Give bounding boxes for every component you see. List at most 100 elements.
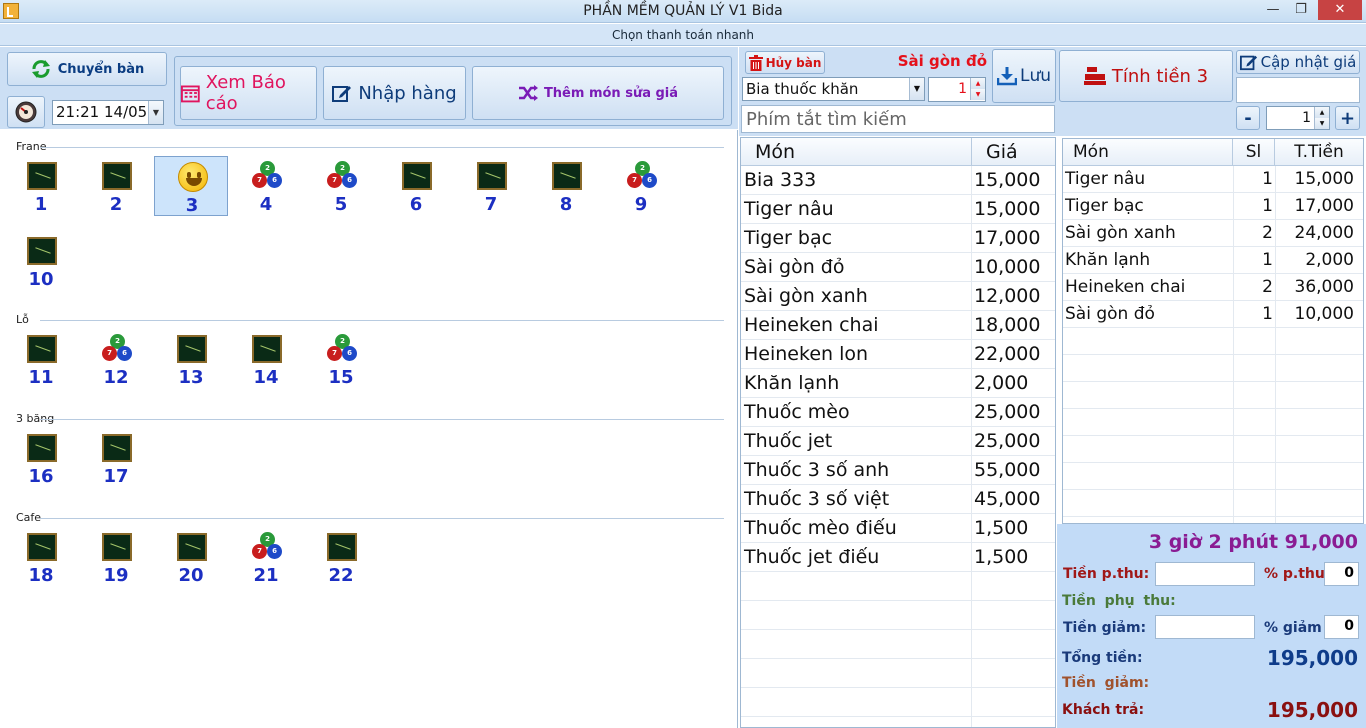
billiard-balls-icon: 276 — [101, 333, 133, 365]
order-column-total[interactable]: T.Tiền — [1275, 139, 1363, 166]
menu-row[interactable]: Heineken chai 18,000 — [741, 311, 1055, 340]
discount-percent-input[interactable]: 0 — [1324, 615, 1359, 639]
menu-row[interactable]: Thuốc jet điếu 1,500 — [741, 543, 1055, 572]
checkout-button[interactable]: Tính tiền 3 — [1059, 50, 1233, 102]
search-input[interactable]: Phím tắt tìm kiếm — [741, 105, 1055, 133]
import-goods-button[interactable]: Nhập hàng — [323, 66, 466, 120]
order-row[interactable]: Sài gòn đỏ 1 10,000 — [1063, 301, 1363, 328]
order-row[interactable]: Tiger nâu 1 15,000 — [1063, 166, 1363, 193]
table-tile[interactable]: 7 — [454, 156, 528, 216]
table-tile[interactable]: 2 7 6 15 — [304, 329, 378, 389]
menu-item-price: 45,000 — [974, 488, 1041, 510]
restore-button[interactable]: ❐ — [1286, 0, 1316, 20]
table-tile[interactable]: 17 — [79, 428, 153, 488]
cancel-table-button[interactable]: Hủy bàn — [745, 51, 825, 74]
order-item-total: 10,000 — [1294, 304, 1354, 324]
menu-row[interactable]: Sài gòn xanh 12,000 — [741, 282, 1055, 311]
menu-row[interactable]: Thuốc 3 số anh 55,000 — [741, 456, 1055, 485]
table-tile[interactable]: 19 — [79, 527, 153, 587]
table-tile[interactable]: 2 7 6 21 — [229, 527, 303, 587]
table-tile[interactable]: 2764 — [229, 156, 303, 216]
chevron-down-icon[interactable]: ▼ — [148, 101, 163, 124]
menu-row[interactable]: Heineken lon 22,000 — [741, 340, 1055, 369]
spin-up-icon[interactable]: ▲ — [1314, 107, 1329, 118]
menu-row[interactable]: Khăn lạnh 2,000 — [741, 369, 1055, 398]
order-row[interactable]: Khăn lạnh 1 2,000 — [1063, 247, 1363, 274]
table-tile[interactable]: 14 — [229, 329, 303, 389]
order-row[interactable]: Sài gòn xanh 2 24,000 — [1063, 220, 1363, 247]
menu-item-name: Heineken lon — [744, 343, 869, 365]
order-row[interactable]: Heineken chai 2 36,000 — [1063, 274, 1363, 301]
surcharge-input[interactable] — [1155, 562, 1255, 586]
item-group-combo[interactable]: Bia thuốc khăn ▼ — [742, 77, 925, 101]
increase-button[interactable]: + — [1335, 106, 1360, 130]
table-tile[interactable]: 2765 — [304, 156, 378, 216]
table-tile[interactable]: 13 — [154, 329, 228, 389]
cancel-table-label: Hủy bàn — [765, 55, 822, 70]
smiley-icon — [177, 161, 209, 193]
order-grid[interactable]: Món Sl T.Tiền Tiger nâu 1 15,000 Tiger bạc 1… — [1062, 138, 1364, 524]
empty-row — [1063, 463, 1363, 490]
order-item-name: Tiger nâu — [1065, 169, 1146, 189]
menu-column-name[interactable]: Món — [741, 138, 972, 166]
empty-row — [741, 688, 1055, 717]
discount-input[interactable] — [1155, 615, 1255, 639]
menu-row[interactable]: Sài gòn đỏ 10,000 — [741, 253, 1055, 282]
table-tile[interactable]: 11 — [4, 329, 78, 389]
edit-icon — [332, 86, 352, 102]
empty-row — [741, 659, 1055, 688]
spin-down-icon[interactable]: ▼ — [970, 89, 985, 100]
spin-up-icon[interactable]: ▲ — [970, 78, 985, 89]
menu-row[interactable]: Thuốc mèo điếu 1,500 — [741, 514, 1055, 543]
menu-item-name: Bia 333 — [744, 169, 817, 191]
order-item-qty: 1 — [1262, 304, 1273, 324]
chevron-down-icon[interactable]: ▼ — [909, 78, 924, 100]
save-label: Lưu — [1019, 66, 1052, 86]
table-tile[interactable]: 6 — [379, 156, 453, 216]
view-report-button[interactable]: Xem Báo cáo — [180, 66, 317, 120]
menu-grid[interactable]: Món Giá Bia 333 15,000 Tiger nâu 15,000 Tige… — [740, 137, 1056, 728]
download-icon — [996, 67, 1017, 86]
save-button[interactable]: Lưu — [992, 49, 1056, 103]
order-quantity-stepper[interactable]: 1 ▲ ▼ — [1266, 106, 1330, 130]
order-column-qty[interactable]: Sl — [1233, 139, 1275, 166]
table-tile[interactable]: 8 — [529, 156, 603, 216]
close-button[interactable]: ✕ — [1318, 0, 1362, 20]
order-column-name[interactable]: Món — [1063, 139, 1233, 166]
table-tile[interactable]: 16 — [4, 428, 78, 488]
datetime-picker[interactable]: 21:21 14/05 ▼ — [52, 100, 164, 125]
table-number: 7 — [484, 194, 498, 215]
table-tile[interactable]: 18 — [4, 527, 78, 587]
table-tile[interactable]: 22 — [304, 527, 378, 587]
menu-row[interactable]: Tiger nâu 15,000 — [741, 195, 1055, 224]
price-input[interactable] — [1236, 77, 1360, 103]
add-item-edit-price-button[interactable]: Thêm món sửa giá — [472, 66, 724, 120]
transfer-table-button[interactable]: Chuyển bàn — [7, 52, 167, 86]
menu-row[interactable]: Thuốc jet 25,000 — [741, 427, 1055, 456]
menu-row[interactable]: Tiger bạc 17,000 — [741, 224, 1055, 253]
table-tile[interactable]: 3 — [154, 156, 228, 216]
menu-row[interactable]: Thuốc 3 số việt 45,000 — [741, 485, 1055, 514]
billiard-table-icon — [26, 531, 58, 563]
import-goods-label: Nhập hàng — [358, 82, 457, 104]
table-tile[interactable]: 2 7 6 12 — [79, 329, 153, 389]
table-tile[interactable]: 2769 — [604, 156, 678, 216]
quantity-stepper[interactable]: 1 ▲ ▼ — [928, 77, 986, 102]
table-tile[interactable]: 2 — [79, 156, 153, 216]
table-tile[interactable]: 10 — [4, 231, 78, 291]
decrease-button[interactable]: - — [1236, 106, 1260, 130]
update-price-button[interactable]: Cập nhật giá — [1236, 50, 1360, 74]
surcharge-percent-input[interactable]: 0 — [1324, 562, 1359, 586]
order-quantity-value: 1 — [1302, 110, 1311, 126]
gauge-button[interactable] — [7, 96, 45, 128]
table-tile[interactable]: 20 — [154, 527, 228, 587]
order-row[interactable]: Tiger bạc 1 17,000 — [1063, 193, 1363, 220]
spin-down-icon[interactable]: ▼ — [1314, 118, 1329, 129]
menu-row[interactable]: Bia 333 15,000 — [741, 166, 1055, 195]
minimize-button[interactable]: — — [1258, 0, 1288, 20]
quick-pay-bar[interactable]: Chọn thanh toán nhanh — [0, 24, 1366, 46]
menu-column-price[interactable]: Giá — [972, 138, 1055, 166]
menu-row[interactable]: Thuốc mèo 25,000 — [741, 398, 1055, 427]
table-number: 6 — [409, 194, 423, 215]
table-tile[interactable]: 1 — [4, 156, 78, 216]
